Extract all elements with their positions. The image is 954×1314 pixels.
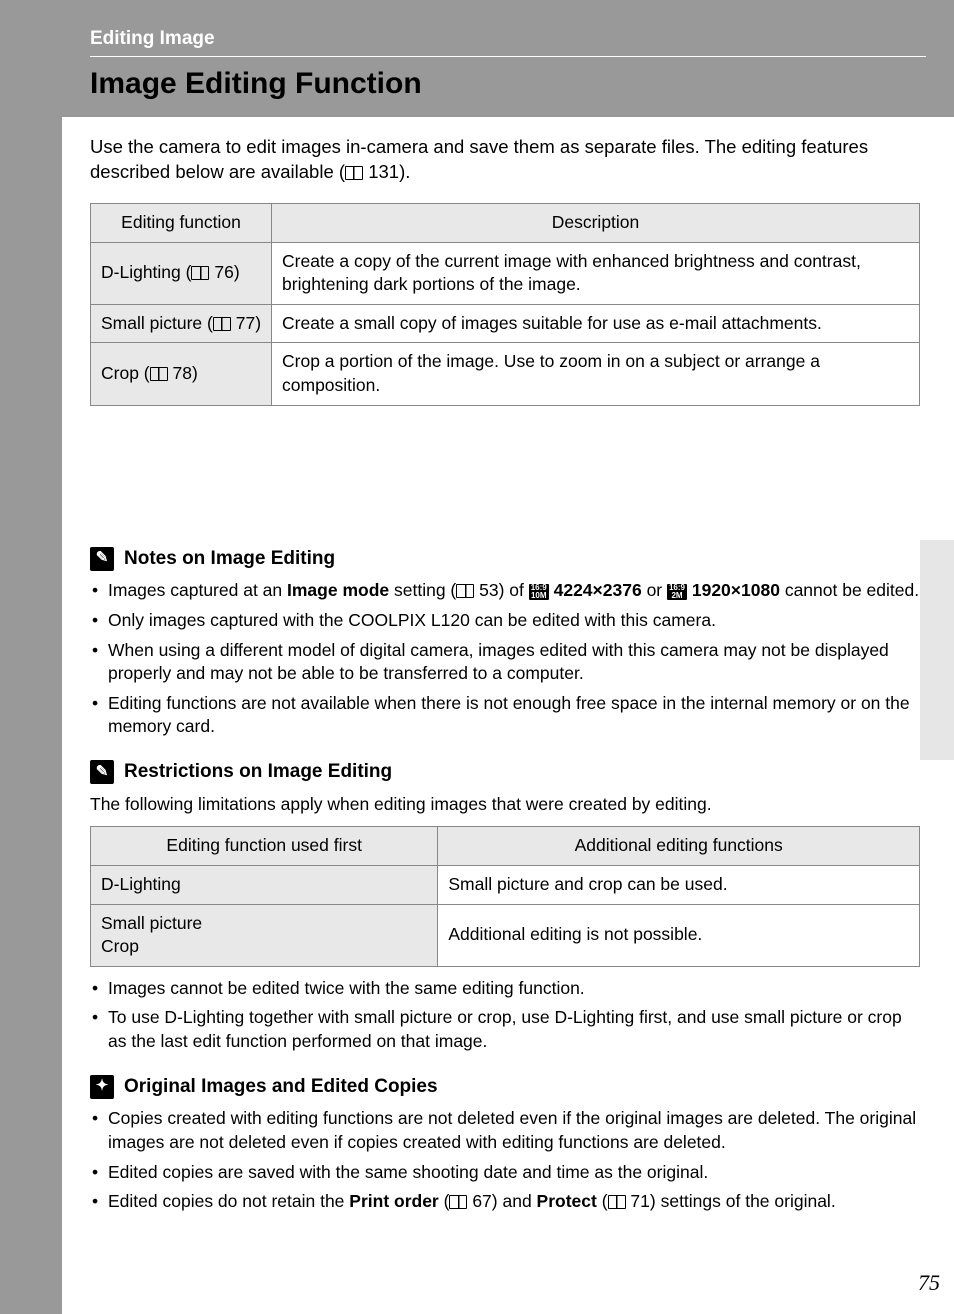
table-header-row: Editing function Description (91, 203, 920, 242)
description-cell: Additional editing is not possible. (438, 904, 920, 966)
fn-suffix: ) (255, 313, 261, 333)
description-cell: Small picture and crop can be used. (438, 865, 920, 904)
originals-section: ✦ Original Images and Edited Copies Copi… (90, 1074, 920, 1214)
book-icon (608, 1195, 626, 1209)
bold-text: 4224×2376 (549, 580, 642, 600)
note-heading: ✦ Original Images and Edited Copies (90, 1074, 920, 1100)
fn-ref: 78 (173, 363, 192, 383)
text: ( (597, 1191, 608, 1211)
text: cannot be edited. (780, 580, 919, 600)
text: ( (439, 1191, 450, 1211)
fn-ref: 76 (214, 262, 233, 282)
bold-text: Print order (349, 1191, 438, 1211)
page-title: Image Editing Function (90, 67, 926, 101)
fn-prefix: Small picture ( (101, 313, 213, 333)
page-number: 75 (918, 1270, 940, 1296)
description-cell: Create a small copy of images suitable f… (272, 304, 920, 343)
intro-text-2: ). (399, 161, 410, 182)
editing-function-table: Editing function Description D-Lighting … (90, 203, 920, 406)
table-row: D-Lighting Small picture and crop can be… (91, 865, 920, 904)
ref: 53 (479, 580, 498, 600)
ref: 67 (472, 1191, 491, 1211)
fn-prefix: Crop ( (101, 363, 150, 383)
text: or (642, 580, 667, 600)
list-item: Editing functions are not available when… (90, 692, 920, 739)
intro-paragraph: Use the camera to edit images in-camera … (90, 135, 920, 185)
note-list: Copies created with editing functions ar… (90, 1107, 920, 1214)
list-item: Edited copies do not retain the Print or… (90, 1190, 920, 1214)
page-header: Editing Image Image Editing Function (62, 0, 954, 117)
note-heading-text: Restrictions on Image Editing (124, 759, 392, 785)
table-row: D-Lighting ( 76) Create a copy of the cu… (91, 242, 920, 304)
description-cell: Crop a portion of the image. Use to zoom… (272, 343, 920, 405)
restrictions-intro: The following limitations apply when edi… (90, 793, 920, 817)
list-item: Images captured at an Image mode setting… (90, 579, 920, 603)
table-row: Crop ( 78) Crop a portion of the image. … (91, 343, 920, 405)
text: setting ( (389, 580, 456, 600)
table-header: Editing function used first (91, 827, 438, 866)
text: ) settings of the original. (650, 1191, 836, 1211)
fn-prefix: D-Lighting ( (101, 262, 191, 282)
list-item: Copies created with editing functions ar… (90, 1107, 920, 1154)
book-icon (345, 166, 363, 180)
ref: 71 (630, 1191, 649, 1211)
section-label: Editing Image (90, 28, 926, 57)
bold-text: 1920×1080 (687, 580, 780, 600)
table-header: Editing function (91, 203, 272, 242)
list-item: Only images captured with the COOLPIX L1… (90, 609, 920, 633)
table-header: Description (272, 203, 920, 242)
table-header: Additional editing functions (438, 827, 920, 866)
bold-text: Image mode (287, 580, 389, 600)
pencil-icon: ✎ (90, 760, 114, 784)
restrictions-section: ✎ Restrictions on Image Editing The foll… (90, 759, 920, 1054)
list-item: Images cannot be edited twice with the s… (90, 977, 920, 1001)
text: Edited copies do not retain the (108, 1191, 349, 1211)
pencil-icon: ✎ (90, 547, 114, 571)
table-row: Small picture Crop Additional editing is… (91, 904, 920, 966)
function-cell: D-Lighting (91, 865, 438, 904)
info-icon: ✦ (90, 1075, 114, 1099)
side-tab (920, 540, 954, 760)
function-cell: D-Lighting ( 76) (91, 242, 272, 304)
note-heading: ✎ Notes on Image Editing (90, 546, 920, 572)
mode-bot: 10M (529, 592, 549, 600)
list-item: To use D-Lighting together with small pi… (90, 1006, 920, 1053)
note-list: Images captured at an Image mode setting… (90, 579, 920, 739)
function-cell: Small picture ( 77) (91, 304, 272, 343)
notes-section: ✎ Notes on Image Editing Images captured… (90, 546, 920, 739)
page-content: Use the camera to edit images in-camera … (62, 117, 954, 1240)
mode-bot: 2M (667, 592, 687, 600)
note-heading: ✎ Restrictions on Image Editing (90, 759, 920, 785)
book-icon (191, 266, 209, 280)
list-item: When using a different model of digital … (90, 639, 920, 686)
text: ) and (492, 1191, 537, 1211)
note-list: Images cannot be edited twice with the s… (90, 977, 920, 1054)
book-icon (150, 367, 168, 381)
list-item: Edited copies are saved with the same sh… (90, 1161, 920, 1185)
bold-text: Protect (537, 1191, 597, 1211)
image-mode-icon: 16:910M (529, 584, 549, 600)
book-icon (449, 1195, 467, 1209)
text: ) of (499, 580, 529, 600)
note-heading-text: Notes on Image Editing (124, 546, 335, 572)
note-heading-text: Original Images and Edited Copies (124, 1074, 438, 1100)
table-header-row: Editing function used first Additional e… (91, 827, 920, 866)
image-mode-icon: 16:92M (667, 584, 687, 600)
fn-ref: 77 (236, 313, 255, 333)
manual-page: Editing Image Image Editing Function Use… (62, 0, 954, 1314)
restrictions-table: Editing function used first Additional e… (90, 826, 920, 967)
intro-ref: 131 (368, 161, 399, 182)
text: Images captured at an (108, 580, 287, 600)
table-row: Small picture ( 77) Create a small copy … (91, 304, 920, 343)
book-icon (456, 584, 474, 598)
function-cell: Crop ( 78) (91, 343, 272, 405)
fn-suffix: ) (234, 262, 240, 282)
description-cell: Create a copy of the current image with … (272, 242, 920, 304)
function-cell: Small picture Crop (91, 904, 438, 966)
book-icon (213, 317, 231, 331)
fn-suffix: ) (192, 363, 198, 383)
intro-text-1: Use the camera to edit images in-camera … (90, 136, 868, 182)
